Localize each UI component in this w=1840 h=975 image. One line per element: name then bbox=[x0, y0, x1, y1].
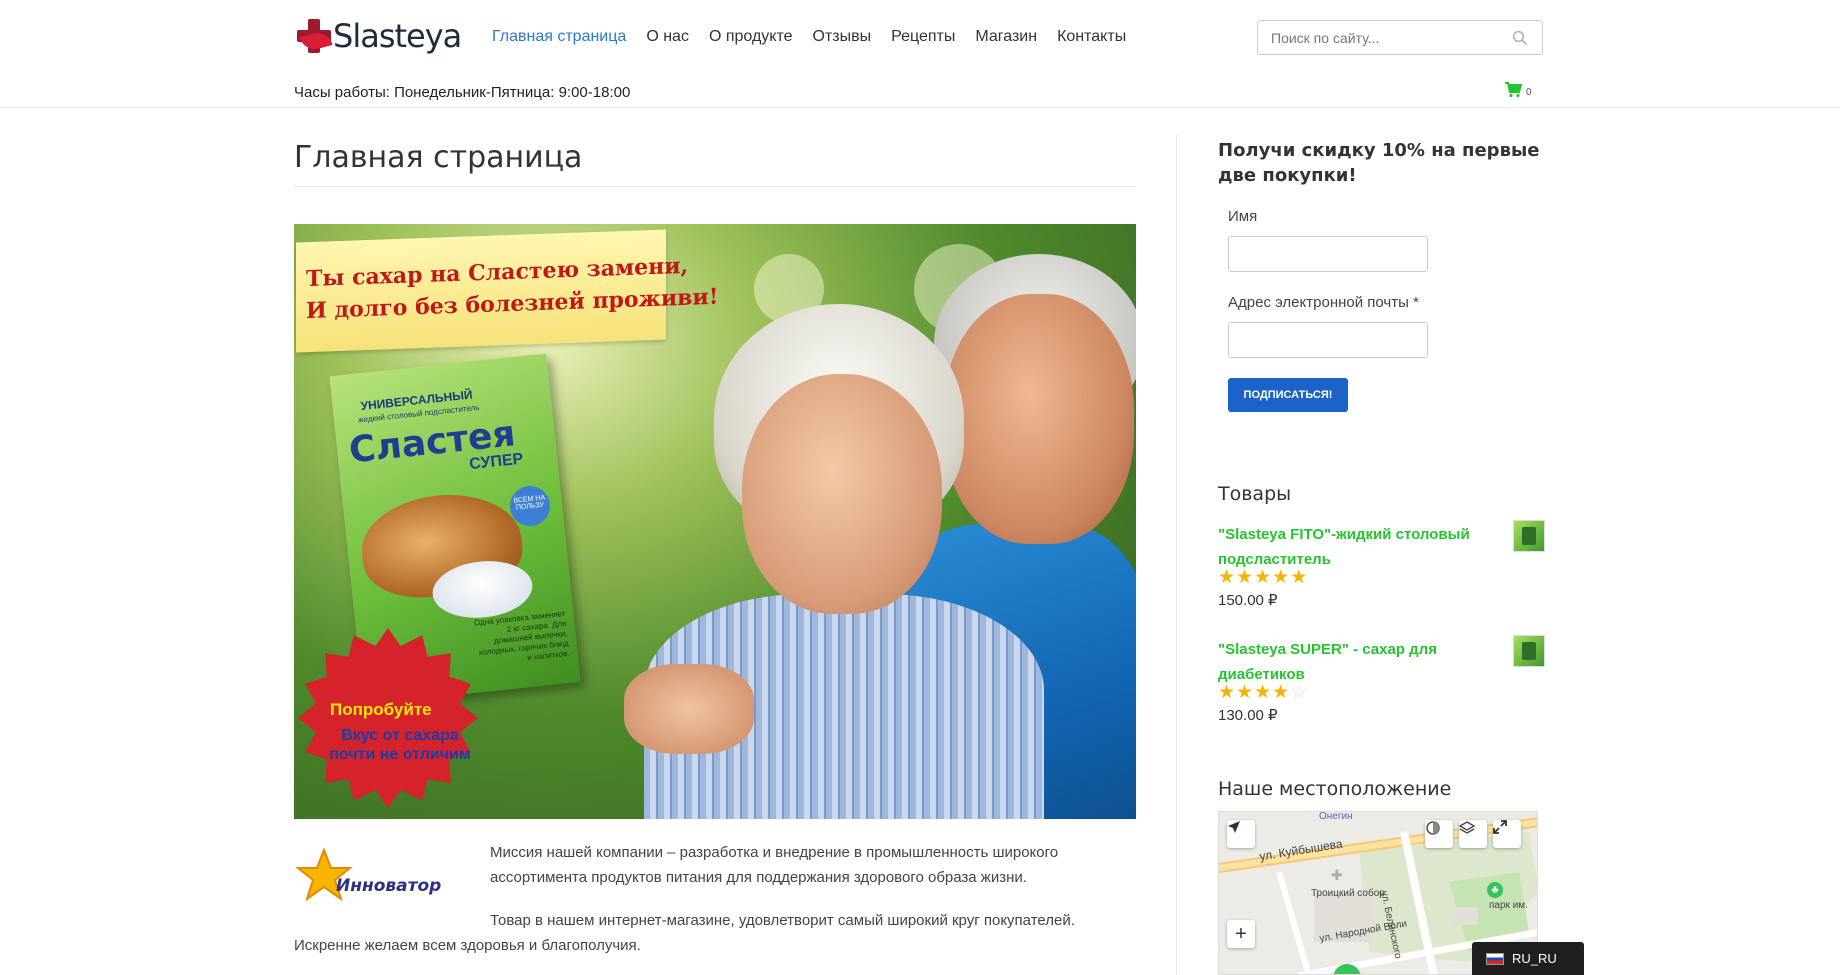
map-label-cathedral: Троицкий собор bbox=[1311, 888, 1385, 899]
slogan-banner: Ты сахар на Сластею замени, И долго без … bbox=[296, 229, 718, 353]
search-icon[interactable] bbox=[1512, 30, 1528, 46]
sidebar-divider bbox=[1176, 135, 1177, 975]
product-price-super: 130.00 ₽ bbox=[1218, 707, 1278, 724]
page-title: Главная страница bbox=[294, 140, 583, 175]
cart-button[interactable]: 0 bbox=[1504, 82, 1532, 98]
cart-icon bbox=[1505, 82, 1522, 98]
product-thumbnail-fito[interactable] bbox=[1513, 520, 1545, 552]
map-fullscreen-button[interactable] bbox=[1493, 820, 1521, 848]
map-locate-button[interactable] bbox=[1227, 820, 1255, 848]
wishes-text: Искренне желаем всем здоровья и благопол… bbox=[294, 937, 641, 954]
nav-contacts[interactable]: Контакты bbox=[1057, 28, 1126, 46]
starburst-text: Вкус от сахара почти не отличим bbox=[329, 727, 471, 763]
star-icon: ★ bbox=[1236, 682, 1255, 703]
innovator-logo-text: Инноватор bbox=[336, 876, 442, 896]
product-thumbnail-super[interactable] bbox=[1513, 635, 1545, 667]
cart-count: 0 bbox=[1526, 87, 1532, 98]
mission-text: Миссия нашей компании – разработка и вне… bbox=[490, 844, 1059, 886]
map-zoom-in-button[interactable]: + bbox=[1227, 920, 1255, 948]
church-icon: ✚ bbox=[1331, 867, 1343, 883]
cross-logo-icon bbox=[295, 17, 333, 55]
woman-face bbox=[742, 374, 942, 614]
star-icon: ★ bbox=[1218, 567, 1237, 588]
email-field[interactable] bbox=[1228, 322, 1428, 358]
language-switcher[interactable]: RU_RU bbox=[1472, 942, 1584, 975]
subscribe-button[interactable]: ПОДПИСАТЬСЯ! bbox=[1228, 378, 1348, 412]
star-icon: ★ bbox=[1254, 567, 1273, 588]
working-hours: Часы работы: Понедельник-Пятница: 9:00-1… bbox=[294, 84, 631, 101]
innovator-logo: Инноватор bbox=[294, 846, 464, 906]
park-icon: ♣ bbox=[1487, 882, 1503, 898]
russia-flag-icon bbox=[1486, 952, 1504, 965]
site-header: Slasteya Главная страница О нас О продук… bbox=[0, 0, 1840, 108]
nav-product[interactable]: О продукте bbox=[709, 28, 793, 46]
product-link-super[interactable]: "Slasteya SUPER" - сахар для диабетиков bbox=[1218, 637, 1508, 687]
nav-about[interactable]: О нас bbox=[646, 28, 689, 46]
map-traffic-button[interactable] bbox=[1425, 820, 1453, 848]
layers-icon bbox=[1459, 821, 1475, 834]
star-icon: ★ bbox=[1272, 682, 1291, 703]
locate-arrow-icon bbox=[1228, 821, 1240, 833]
store-text: Товар в нашем интернет-магазине, удовлет… bbox=[490, 912, 1075, 929]
language-label: RU_RU bbox=[1512, 951, 1557, 966]
star-icon: ★ bbox=[1254, 682, 1273, 703]
hero-banner-image: Ты сахар на Сластею замени, И долго без … bbox=[294, 224, 1136, 819]
site-logo[interactable]: Slasteya bbox=[295, 16, 462, 56]
package-side-text: Одна упаковка заменяет 2 кг сахара. Для … bbox=[473, 608, 571, 663]
product-rating-super: ★★★★☆ bbox=[1218, 683, 1308, 703]
map-label-park: парк им. bbox=[1489, 900, 1528, 911]
logo-text: Slasteya bbox=[333, 17, 462, 55]
star-icon: ★ bbox=[1272, 567, 1291, 588]
discount-promo-title: Получи скидку 10% на первые две покупки! bbox=[1218, 140, 1540, 186]
star-icon: ★ bbox=[1218, 682, 1237, 703]
name-label: Имя bbox=[1228, 208, 1258, 225]
expand-icon bbox=[1493, 820, 1507, 834]
product-rating-fito: ★★★★★ bbox=[1218, 568, 1308, 588]
search-input[interactable] bbox=[1258, 21, 1498, 54]
starburst-title: Попробуйте bbox=[330, 700, 432, 719]
star-icon: ★ bbox=[1236, 567, 1255, 588]
nav-home[interactable]: Главная страница bbox=[492, 28, 626, 46]
man-face bbox=[944, 294, 1134, 544]
products-widget-title: Товары bbox=[1218, 483, 1292, 505]
product-link-fito[interactable]: "Slasteya FITO"-жидкий столовый подсласт… bbox=[1218, 522, 1508, 572]
main-nav: Главная страница О нас О продукте Отзывы… bbox=[492, 28, 1146, 46]
nav-recipes[interactable]: Рецепты bbox=[891, 28, 955, 46]
nav-shop[interactable]: Магазин bbox=[975, 28, 1037, 46]
search-box bbox=[1257, 20, 1543, 55]
title-divider bbox=[294, 186, 1136, 187]
star-icon: ★ bbox=[1290, 567, 1309, 588]
product-price-fito: 150.00 ₽ bbox=[1218, 592, 1278, 609]
map-label-onegin: Онегин bbox=[1319, 811, 1353, 822]
location-widget-title: Наше местоположение bbox=[1218, 778, 1452, 800]
name-field[interactable] bbox=[1228, 236, 1428, 272]
traffic-icon bbox=[1426, 821, 1440, 835]
email-label: Адрес электронной почты * bbox=[1228, 294, 1419, 311]
nav-reviews[interactable]: Отзывы bbox=[813, 28, 872, 46]
plus-icon: + bbox=[1235, 923, 1247, 945]
star-empty-icon: ☆ bbox=[1290, 682, 1309, 703]
hands bbox=[624, 664, 754, 754]
map-layers-button[interactable] bbox=[1459, 820, 1487, 848]
